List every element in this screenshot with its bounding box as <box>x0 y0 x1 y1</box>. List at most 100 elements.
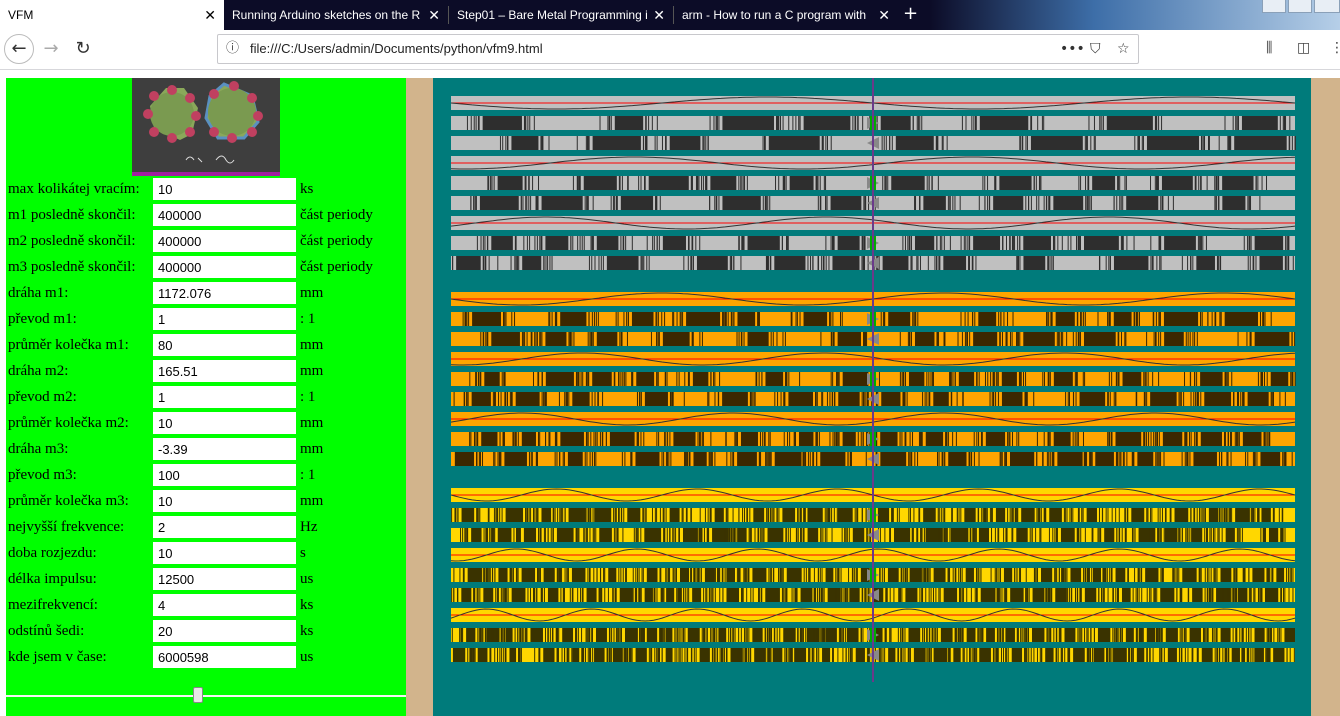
field-input[interactable] <box>153 386 296 408</box>
tick <box>1260 528 1262 542</box>
tick <box>548 312 550 326</box>
field-input[interactable] <box>153 594 296 616</box>
tick <box>1154 116 1156 130</box>
tick <box>1292 588 1294 602</box>
tick <box>482 452 484 466</box>
time-slider-track[interactable] <box>6 695 406 697</box>
tick <box>828 508 830 522</box>
tick <box>1068 648 1070 662</box>
star-icon[interactable]: ☆ <box>1117 35 1130 63</box>
tick <box>836 508 838 522</box>
field-input[interactable] <box>153 308 296 330</box>
tick <box>671 392 673 406</box>
more-actions-icon[interactable]: ••• <box>1060 35 1085 63</box>
tick <box>579 176 581 190</box>
sidebar-icon[interactable]: ◫ <box>1297 40 1310 56</box>
dark-segment <box>699 648 710 662</box>
field-input[interactable] <box>153 178 296 200</box>
tick <box>1082 508 1084 522</box>
field-input[interactable] <box>153 230 296 252</box>
reload-button[interactable]: ↻ <box>68 34 98 64</box>
field-input[interactable] <box>153 412 296 434</box>
field-input[interactable] <box>153 568 296 590</box>
close-icon[interactable]: ✕ <box>428 0 440 30</box>
close-icon[interactable]: ✕ <box>878 0 890 30</box>
tick <box>725 312 727 326</box>
tick <box>493 528 495 542</box>
field-input[interactable] <box>153 438 296 460</box>
tick <box>1115 588 1117 602</box>
tick <box>763 648 765 662</box>
tick <box>1083 568 1085 582</box>
tick <box>695 236 697 250</box>
tick <box>1227 452 1229 466</box>
tab-vfm[interactable]: VFM ✕ <box>0 0 224 30</box>
minimize-button[interactable] <box>1262 0 1286 13</box>
field-input[interactable] <box>153 542 296 564</box>
tick <box>856 508 858 522</box>
tick <box>807 452 809 466</box>
field-input[interactable] <box>153 620 296 642</box>
dark-segment <box>923 508 936 522</box>
dark-segment <box>498 568 508 582</box>
field-input[interactable] <box>153 282 296 304</box>
field-label: průměr kolečka m2: <box>8 415 129 431</box>
tick <box>646 236 648 250</box>
pocket-icon[interactable]: ⛉ <box>1090 35 1101 63</box>
forward-button[interactable]: → <box>36 34 66 64</box>
url-text[interactable]: file:///C:/Users/admin/Documents/python/… <box>250 35 543 63</box>
field-input[interactable] <box>153 360 296 382</box>
close-icon[interactable]: ✕ <box>653 0 665 30</box>
field-label: délka impulsu: <box>8 571 97 587</box>
close-icon[interactable]: ✕ <box>204 0 216 30</box>
tick <box>1265 432 1267 446</box>
tick <box>579 236 581 250</box>
tick <box>1186 452 1188 466</box>
tick <box>1007 432 1009 446</box>
tick <box>1068 588 1070 602</box>
field-input[interactable] <box>153 256 296 278</box>
tab-arm[interactable]: arm - How to run a C program with ✕ <box>674 0 898 30</box>
close-window-button[interactable] <box>1314 0 1340 13</box>
tick <box>1085 176 1087 190</box>
field-input[interactable] <box>153 490 296 512</box>
new-tab-button[interactable]: + <box>903 0 918 28</box>
back-button[interactable]: ← <box>4 34 34 64</box>
tick <box>587 332 589 346</box>
tick <box>1076 432 1078 446</box>
tick <box>487 176 489 190</box>
dark-segment <box>662 332 690 346</box>
overflow-icon[interactable]: ⋮ <box>1330 40 1340 56</box>
dark-segment <box>933 648 947 662</box>
time-slider-thumb[interactable] <box>193 687 203 703</box>
address-bar[interactable]: ⓘ file:///C:/Users/admin/Documents/pytho… <box>217 34 1139 64</box>
dark-segment <box>768 136 820 150</box>
tick <box>768 648 770 662</box>
tick <box>838 628 840 642</box>
tab-bare-metal[interactable]: Step01 – Bare Metal Programming i ✕ <box>449 0 673 30</box>
tab-arduino[interactable]: Running Arduino sketches on the R ✕ <box>224 0 448 30</box>
tick <box>979 628 981 642</box>
field-input[interactable] <box>153 646 296 668</box>
tick <box>1160 332 1162 346</box>
dark-segment <box>1208 508 1219 522</box>
tick <box>1019 588 1021 602</box>
tick <box>1131 648 1133 662</box>
tick <box>547 256 549 270</box>
maximize-button[interactable] <box>1288 0 1312 13</box>
tick <box>702 628 704 642</box>
tick <box>975 256 977 270</box>
info-icon[interactable]: ⓘ <box>226 35 239 63</box>
field-input[interactable] <box>153 516 296 538</box>
dark-segment <box>530 628 543 642</box>
tick <box>1141 628 1143 642</box>
tick <box>1080 528 1082 542</box>
field-input[interactable] <box>153 334 296 356</box>
tick <box>826 136 828 150</box>
tick <box>470 432 472 446</box>
field-input[interactable] <box>153 464 296 486</box>
tick <box>648 648 650 662</box>
field-input[interactable] <box>153 204 296 226</box>
library-icon[interactable]: ⫼ <box>1266 40 1272 56</box>
tick <box>1129 648 1131 662</box>
